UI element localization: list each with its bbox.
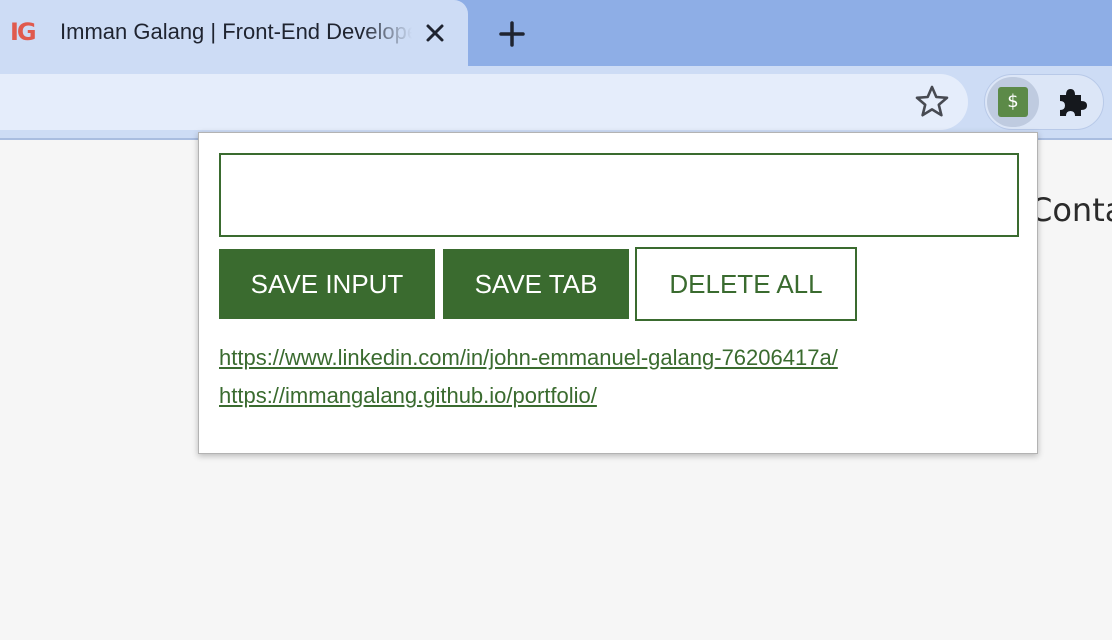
plus-icon[interactable] (492, 14, 532, 54)
address-bar[interactable] (0, 74, 968, 130)
save-tab-button[interactable]: SAVE TAB (443, 249, 629, 319)
delete-all-button[interactable]: DELETE ALL (635, 247, 857, 321)
lead-input[interactable] (219, 153, 1019, 237)
site-favicon-icon: IG (10, 18, 37, 46)
close-icon[interactable] (420, 18, 450, 48)
lead-link[interactable]: https://immangalang.github.io/portfolio/ (219, 383, 597, 408)
browser-tab-active[interactable]: IG Imman Galang | Front-End Developer (0, 0, 468, 74)
page-nav-contact-partial: Conta (1030, 191, 1112, 229)
lead-link[interactable]: https://www.linkedin.com/in/john-emmanue… (219, 345, 838, 370)
saved-leads-list: https://www.linkedin.com/in/john-emmanue… (219, 339, 1019, 415)
money-extension-icon: $ (998, 87, 1028, 117)
extension-popup: SAVE INPUT SAVE TAB DELETE ALL https://w… (198, 132, 1038, 454)
browser-toolbar: $ (0, 66, 1112, 140)
tab-title: Imman Galang | Front-End Developer (60, 19, 412, 44)
list-item: https://www.linkedin.com/in/john-emmanue… (219, 339, 1019, 377)
extensions-group: $ (984, 74, 1104, 130)
list-item: https://immangalang.github.io/portfolio/ (219, 377, 1019, 415)
star-outline-icon[interactable] (912, 82, 952, 122)
money-extension-button[interactable]: $ (987, 77, 1039, 127)
browser-tabstrip: IG Imman Galang | Front-End Developer (0, 0, 1112, 74)
save-input-button[interactable]: SAVE INPUT (219, 249, 435, 319)
puzzle-icon[interactable] (1053, 85, 1089, 121)
